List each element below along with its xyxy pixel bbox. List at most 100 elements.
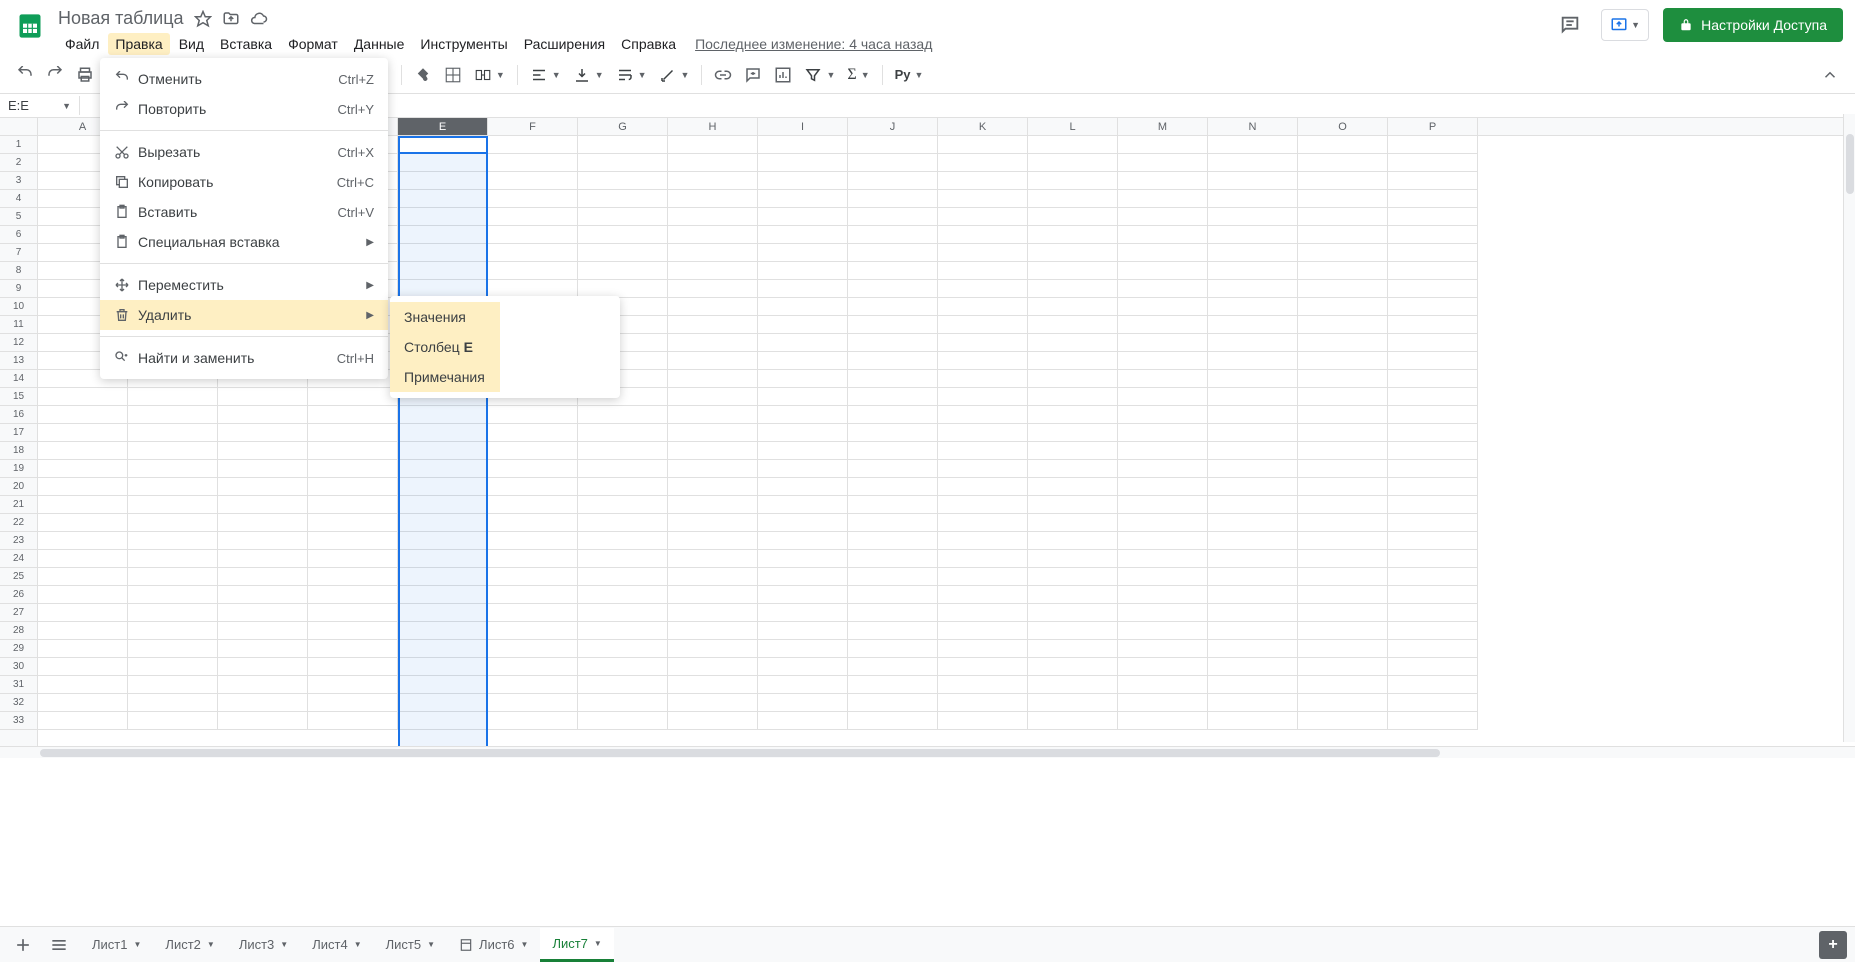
cell[interactable] (218, 442, 308, 460)
cell[interactable] (848, 208, 938, 226)
menu-tools[interactable]: Инструменты (413, 33, 514, 55)
row-header[interactable]: 26 (0, 586, 37, 604)
column-header[interactable]: F (488, 118, 578, 135)
cell[interactable] (758, 676, 848, 694)
cell[interactable] (218, 712, 308, 730)
cell[interactable] (1028, 208, 1118, 226)
cell[interactable] (578, 622, 668, 640)
cell[interactable] (398, 514, 488, 532)
cell[interactable] (668, 262, 758, 280)
cell[interactable] (488, 190, 578, 208)
row-header[interactable]: 13 (0, 352, 37, 370)
cell[interactable] (1298, 388, 1388, 406)
cell[interactable] (128, 568, 218, 586)
cell[interactable] (1118, 280, 1208, 298)
row-header[interactable]: 32 (0, 694, 37, 712)
cell[interactable] (1118, 154, 1208, 172)
row-header[interactable]: 16 (0, 406, 37, 424)
cell[interactable] (1118, 352, 1208, 370)
cell[interactable] (1028, 460, 1118, 478)
cell[interactable] (1118, 262, 1208, 280)
cell[interactable] (758, 658, 848, 676)
cell[interactable] (1208, 568, 1298, 586)
cell[interactable] (308, 478, 398, 496)
cell[interactable] (1028, 334, 1118, 352)
cell[interactable] (848, 640, 938, 658)
column-header[interactable]: M (1118, 118, 1208, 135)
cell[interactable] (1298, 694, 1388, 712)
cell[interactable] (938, 496, 1028, 514)
cell[interactable] (218, 676, 308, 694)
cell[interactable] (1028, 298, 1118, 316)
cell[interactable] (218, 550, 308, 568)
cell[interactable] (848, 334, 938, 352)
row-header[interactable]: 5 (0, 208, 37, 226)
cell[interactable] (398, 262, 488, 280)
cell[interactable] (1208, 388, 1298, 406)
cell[interactable] (488, 658, 578, 676)
row-header[interactable]: 28 (0, 622, 37, 640)
functions-icon[interactable]: Σ▼ (843, 66, 873, 84)
cell[interactable] (488, 406, 578, 424)
cell[interactable] (488, 586, 578, 604)
cell[interactable] (1298, 406, 1388, 424)
cell[interactable] (938, 640, 1028, 658)
cell[interactable] (668, 568, 758, 586)
undo-icon[interactable] (12, 62, 38, 88)
cell[interactable] (578, 712, 668, 730)
cell[interactable] (308, 532, 398, 550)
cell[interactable] (128, 640, 218, 658)
cell[interactable] (488, 550, 578, 568)
submenu-notes[interactable]: Примечания (390, 362, 500, 392)
cell[interactable] (1028, 154, 1118, 172)
cell[interactable] (938, 136, 1028, 154)
cell[interactable] (938, 262, 1028, 280)
column-header[interactable]: N (1208, 118, 1298, 135)
cell[interactable] (938, 514, 1028, 532)
cell[interactable] (1118, 442, 1208, 460)
cell[interactable] (1028, 478, 1118, 496)
sheet-tab[interactable]: Лист4▼ (300, 928, 373, 962)
cell[interactable] (848, 550, 938, 568)
cell[interactable] (1028, 532, 1118, 550)
cell[interactable] (668, 460, 758, 478)
cell[interactable] (128, 514, 218, 532)
cell[interactable] (848, 190, 938, 208)
cell[interactable] (128, 604, 218, 622)
cell[interactable] (1388, 622, 1478, 640)
sheet-tab[interactable]: Лист6▼ (447, 928, 540, 962)
cell[interactable] (1118, 532, 1208, 550)
cell[interactable] (578, 532, 668, 550)
cell[interactable] (488, 676, 578, 694)
cell[interactable] (1298, 280, 1388, 298)
cell[interactable] (578, 460, 668, 478)
cell[interactable] (398, 622, 488, 640)
cell[interactable] (668, 586, 758, 604)
row-header[interactable]: 20 (0, 478, 37, 496)
cell[interactable] (1118, 334, 1208, 352)
cell[interactable] (578, 586, 668, 604)
cell[interactable] (668, 622, 758, 640)
cell[interactable] (668, 352, 758, 370)
cell[interactable] (1298, 334, 1388, 352)
cell[interactable] (938, 352, 1028, 370)
row-header[interactable]: 10 (0, 298, 37, 316)
cell[interactable] (668, 604, 758, 622)
cell[interactable] (308, 496, 398, 514)
cell[interactable] (128, 532, 218, 550)
cell[interactable] (218, 568, 308, 586)
cell[interactable] (848, 496, 938, 514)
cell[interactable] (1388, 154, 1478, 172)
cell[interactable] (38, 712, 128, 730)
cell[interactable] (1388, 298, 1478, 316)
cell[interactable] (1118, 496, 1208, 514)
cell[interactable] (938, 424, 1028, 442)
link-icon[interactable] (710, 62, 736, 88)
cell[interactable] (1028, 496, 1118, 514)
cell[interactable] (1118, 622, 1208, 640)
row-header[interactable]: 30 (0, 658, 37, 676)
cell[interactable] (128, 388, 218, 406)
row-header[interactable]: 7 (0, 244, 37, 262)
cell[interactable] (848, 478, 938, 496)
text-rotation-icon[interactable]: ▼ (655, 66, 694, 84)
